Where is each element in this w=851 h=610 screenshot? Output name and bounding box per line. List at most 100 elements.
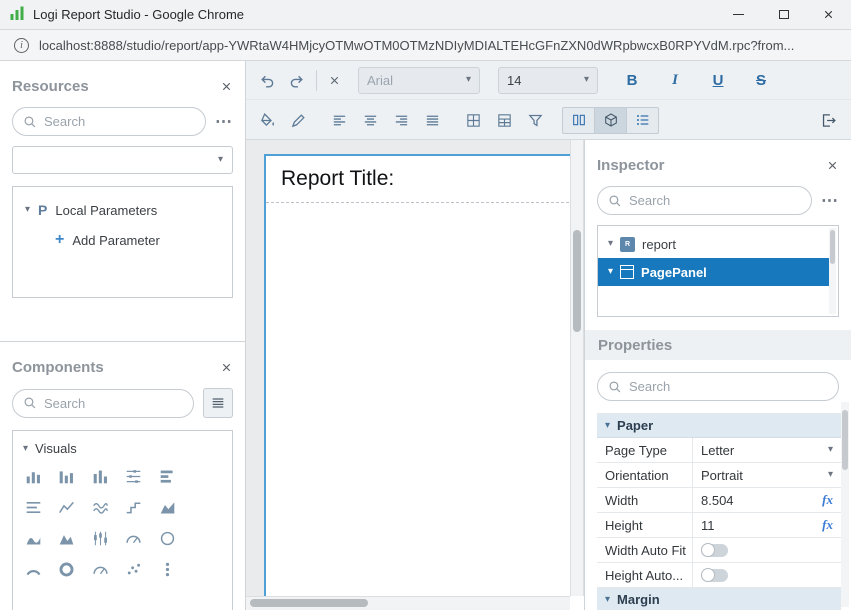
resources-close-icon[interactable] — [220, 80, 233, 93]
tree-item-report[interactable]: ▾ R report — [598, 230, 838, 258]
properties-scrollbar[interactable] — [841, 402, 849, 607]
visual-clustered-bar-chart-icon[interactable] — [58, 468, 75, 485]
grid-view-button[interactable] — [562, 107, 595, 134]
visual-donut-chart-icon[interactable] — [58, 561, 75, 578]
visuals-header[interactable]: ▾ Visuals — [13, 431, 232, 462]
properties-scroll-thumb[interactable] — [842, 410, 848, 470]
visual-step-chart-icon[interactable] — [125, 499, 142, 516]
page-type-select[interactable]: Letter ▾ — [693, 438, 841, 462]
tree-item-pagepanel[interactable]: ▾ PagePanel — [598, 258, 829, 286]
visual-scatter-chart-icon[interactable] — [125, 561, 142, 578]
visual-candlestick-chart-icon[interactable] — [92, 530, 109, 547]
address-bar[interactable]: i localhost:8888/studio/report/app-YWRta… — [0, 30, 851, 61]
report-label[interactable]: report — [642, 237, 676, 252]
split-cells-button[interactable] — [496, 112, 513, 129]
visual-list-lines-chart-icon[interactable] — [25, 499, 42, 516]
section-paper[interactable]: ▾ Paper — [597, 414, 841, 438]
properties-search[interactable] — [597, 372, 839, 401]
align-center-button[interactable] — [362, 112, 379, 129]
components-close-icon[interactable] — [220, 361, 233, 374]
visual-line-chart-icon[interactable] — [58, 499, 75, 516]
resources-search-input[interactable] — [44, 114, 195, 129]
report-title-text[interactable]: Report Title: — [281, 167, 394, 190]
report-title-band[interactable]: Report Title: — [266, 156, 570, 203]
section-margin[interactable]: ▾ Margin — [597, 588, 841, 610]
list-view-button[interactable] — [626, 107, 659, 134]
report-canvas[interactable]: Report Title: — [246, 140, 570, 596]
maximize-button[interactable] — [761, 0, 806, 29]
formula-icon[interactable]: fx — [822, 492, 833, 508]
orientation-select[interactable]: Portrait ▾ — [693, 463, 841, 487]
report-page[interactable]: Report Title: — [264, 154, 570, 596]
align-justify-button[interactable] — [424, 112, 441, 129]
inspector-search[interactable] — [597, 186, 812, 215]
align-left-button[interactable] — [331, 112, 348, 129]
object-view-button[interactable] — [594, 107, 627, 134]
width-value[interactable]: 8.504 — [701, 493, 734, 508]
visual-mountain-chart-icon[interactable] — [58, 530, 75, 547]
align-right-button[interactable] — [393, 112, 410, 129]
vertical-scroll-thumb[interactable] — [573, 230, 581, 332]
height-autofit-toggle[interactable] — [701, 569, 728, 582]
properties-search-input[interactable] — [629, 379, 828, 394]
chevron-down-icon[interactable]: ▾ — [25, 205, 30, 215]
tree-scrollbar[interactable] — [829, 228, 836, 314]
tree-item-local-parameters[interactable]: ▾ P Local Parameters — [13, 195, 232, 225]
visual-arc-chart-icon[interactable] — [25, 561, 42, 578]
bold-button[interactable]: B — [623, 72, 641, 89]
local-parameters-label[interactable]: Local Parameters — [55, 203, 157, 218]
window-close-button[interactable] — [806, 0, 851, 29]
pagepanel-label[interactable]: PagePanel — [641, 265, 707, 280]
visual-horizontal-bar-chart-icon[interactable] — [159, 468, 176, 485]
font-size-select[interactable]: 14 ▾ — [498, 67, 598, 94]
canvas-horizontal-scrollbar[interactable] — [246, 596, 570, 610]
add-parameter-label[interactable]: Add Parameter — [72, 233, 159, 248]
italic-button[interactable]: I — [666, 72, 684, 89]
resources-search[interactable] — [12, 107, 206, 136]
minimize-button[interactable] — [716, 0, 761, 29]
visual-smooth-area-chart-icon[interactable] — [25, 530, 42, 547]
horizontal-scroll-thumb[interactable] — [250, 599, 368, 607]
visual-benchmark-chart-icon[interactable] — [125, 468, 142, 485]
visual-circle-chart-icon[interactable] — [159, 530, 176, 547]
formula-icon[interactable]: fx — [822, 517, 833, 533]
components-search[interactable] — [12, 389, 194, 418]
canvas-vertical-scrollbar[interactable] — [570, 140, 584, 596]
format-brush-button[interactable] — [290, 112, 307, 129]
components-menu-button[interactable] — [203, 388, 233, 418]
tree-scroll-thumb[interactable] — [830, 230, 835, 264]
visual-bar-chart-icon[interactable] — [25, 468, 42, 485]
add-parameter-button[interactable]: + Add Parameter — [13, 225, 232, 255]
undo-button[interactable] — [259, 72, 276, 89]
underline-button[interactable]: U — [709, 72, 727, 89]
fill-color-button[interactable] — [259, 112, 276, 129]
visual-stream-chart-icon[interactable] — [92, 499, 109, 516]
visual-half-gauge-chart-icon[interactable] — [92, 561, 109, 578]
chevron-down-icon[interactable]: ▾ — [605, 595, 610, 605]
inspector-close-icon[interactable] — [826, 159, 839, 172]
font-family-select[interactable]: Arial ▾ — [358, 67, 480, 94]
export-button[interactable] — [820, 112, 837, 129]
url-text[interactable]: localhost:8888/studio/report/app-YWRtaW4… — [39, 38, 810, 53]
filter-button[interactable] — [527, 112, 544, 129]
visual-gauge-chart-icon[interactable] — [125, 530, 142, 547]
chevron-down-icon[interactable]: ▾ — [605, 421, 610, 431]
width-field[interactable]: 8.504 fx — [693, 488, 841, 512]
visual-area-chart-icon[interactable] — [159, 499, 176, 516]
chevron-down-icon[interactable]: ▾ — [23, 444, 28, 454]
resources-more-button[interactable]: ⋯ — [215, 113, 233, 130]
strikethrough-button[interactable]: S — [752, 72, 770, 89]
chevron-down-icon[interactable]: ▾ — [608, 267, 613, 277]
visual-more-options-icon[interactable] — [159, 561, 176, 578]
height-value[interactable]: 11 — [701, 518, 715, 533]
chevron-down-icon[interactable]: ▾ — [608, 239, 613, 249]
inspector-more-button[interactable]: ⋯ — [821, 192, 839, 209]
height-field[interactable]: 11 fx — [693, 513, 841, 537]
inspector-search-input[interactable] — [629, 193, 801, 208]
width-autofit-toggle[interactable] — [701, 544, 728, 557]
site-info-icon[interactable]: i — [14, 38, 29, 53]
visual-column-chart-icon[interactable] — [92, 468, 109, 485]
merge-cells-button[interactable] — [465, 112, 482, 129]
components-search-input[interactable] — [44, 396, 183, 411]
redo-button[interactable] — [288, 72, 305, 89]
